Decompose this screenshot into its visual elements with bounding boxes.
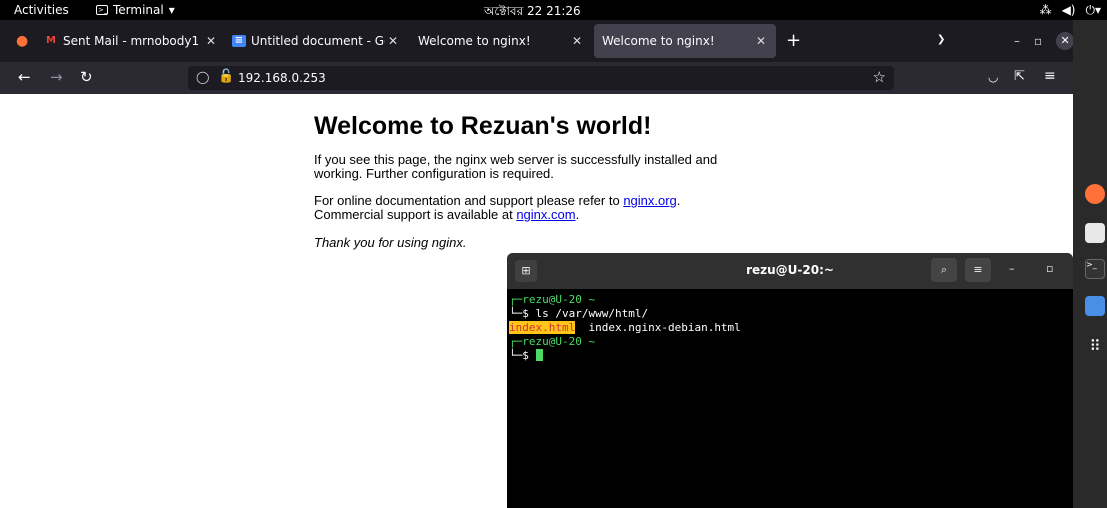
activities-button[interactable]: Activities xyxy=(14,3,69,17)
terminal-window[interactable]: ⊞ rezu@U-20:~ ⌕ ≡ – ▫ ┌─rezu@U-20 ~ └─$ … xyxy=(507,253,1073,508)
tab-sent-mail[interactable]: M Sent Mail - mrnobody199 ✕ xyxy=(44,24,226,58)
firefox-dock-icon[interactable] xyxy=(1085,184,1105,204)
output-line: index.html index.nginx-debian.html xyxy=(509,321,1071,335)
nginx-com-link[interactable]: nginx.com xyxy=(516,207,575,222)
terminal-icon: >_ xyxy=(96,5,108,15)
prompt-user: rezu@U-20 xyxy=(522,335,582,348)
prompt-user: rezu@U-20 xyxy=(522,293,582,306)
terminal-menu-icon[interactable]: ≡ xyxy=(965,258,991,282)
tab-welcome-nginx-active[interactable]: Welcome to nginx! ✕ xyxy=(594,24,776,58)
maximize-button[interactable]: ▫ xyxy=(1034,34,1042,48)
show-apps-icon[interactable]: ⠿ xyxy=(1085,336,1105,356)
reload-button[interactable]: ↻ xyxy=(80,68,93,86)
prompt-dir: ~ xyxy=(588,293,596,306)
tab-untitled-document[interactable]: ≡ Untitled document - Goo ✕ xyxy=(232,24,408,58)
search-icon[interactable]: ⌕ xyxy=(931,258,957,282)
page-heading: Welcome to Rezuan's world! xyxy=(314,112,652,140)
tab-title: Welcome to nginx! xyxy=(602,34,715,48)
close-icon[interactable]: ✕ xyxy=(388,34,398,48)
pocket-icon[interactable]: ◡ xyxy=(988,70,998,84)
prompt-symbol: $ xyxy=(522,349,529,362)
close-icon[interactable]: ✕ xyxy=(206,34,216,48)
power-icon: ⏻▾ xyxy=(1085,3,1101,17)
prompt-symbol: $ xyxy=(522,307,529,320)
period: . xyxy=(575,207,580,222)
list-all-tabs-button[interactable]: ❯ xyxy=(937,34,945,45)
prompt-dir: ~ xyxy=(588,335,596,348)
close-icon[interactable]: ✕ xyxy=(756,34,766,48)
insecure-lock-icon[interactable]: 🔓 xyxy=(218,69,234,84)
files-dock-icon[interactable] xyxy=(1085,223,1105,243)
hamburger-menu-icon[interactable]: ≡ xyxy=(1044,68,1056,84)
minimize-button[interactable]: – xyxy=(1014,34,1020,48)
forward-button[interactable]: → xyxy=(50,68,63,86)
thanks-paragraph: Thank you for using nginx. xyxy=(314,235,467,250)
tab-title: Welcome to nginx! xyxy=(418,34,531,48)
maximize-button[interactable]: ▫ xyxy=(1046,262,1053,275)
output-file: index.nginx-debian.html xyxy=(588,321,741,334)
browser-tab-bar: ● M Sent Mail - mrnobody199 ✕ ≡ Untitled… xyxy=(0,20,1075,62)
volume-icon: ◀) xyxy=(1061,3,1076,17)
commercial-text: Commercial support is available at xyxy=(314,207,517,222)
docs-text: For online documentation and support ple… xyxy=(314,193,624,208)
shield-icon[interactable]: ◯ xyxy=(196,70,209,84)
intro-paragraph: If you see this page, the nginx web serv… xyxy=(314,152,718,181)
url-bar[interactable]: ◯ 🔓 192.168.0.253 ☆ xyxy=(188,66,894,90)
command-text: ls /var/www/html/ xyxy=(535,307,649,320)
minimize-button[interactable]: – xyxy=(1009,262,1015,275)
url-text[interactable]: 192.168.0.253 xyxy=(238,71,326,85)
prompt-line: ┌─rezu@U-20 ~ xyxy=(509,335,596,348)
bookmark-star-icon[interactable]: ☆ xyxy=(873,68,886,86)
gnome-top-bar: Activities >_ Terminal ▾ অক্টোবর 22 21:2… xyxy=(0,0,1107,20)
firefox-view-icon[interactable]: ● xyxy=(16,33,28,49)
close-window-button[interactable]: ✕ xyxy=(1056,32,1075,50)
terminal-output[interactable]: ┌─rezu@U-20 ~ └─$ ls /var/www/html/ inde… xyxy=(507,289,1073,367)
output-file-highlighted: index.html xyxy=(509,321,576,334)
desktop: Activities >_ Terminal ▾ অক্টোবর 22 21:2… xyxy=(0,0,1107,508)
google-docs-icon: ≡ xyxy=(232,35,246,47)
browser-nav-bar: ← → ↻ ◯ 🔓 192.168.0.253 ☆ ◡ ⇱ ≡ xyxy=(0,62,1073,94)
app-menu-label: Terminal xyxy=(113,3,164,17)
nginx-org-link[interactable]: nginx.org xyxy=(623,193,676,208)
docs-paragraph: For online documentation and support ple… xyxy=(314,194,734,222)
tab-welcome-nginx-1[interactable]: Welcome to nginx! ✕ xyxy=(410,24,592,58)
close-icon[interactable]: ✕ xyxy=(572,34,582,48)
text-editor-dock-icon[interactable] xyxy=(1085,296,1105,316)
back-button[interactable]: ← xyxy=(18,68,31,86)
window-controls: – ▫ ✕ xyxy=(1014,32,1075,50)
terminal-cursor xyxy=(535,349,543,361)
app-menu-terminal[interactable]: >_ Terminal ▾ xyxy=(96,3,175,17)
terminal-dock-icon[interactable]: >_ xyxy=(1085,259,1105,279)
tab-title: Sent Mail - mrnobody199 xyxy=(63,34,199,48)
tab-title: Untitled document - Goo xyxy=(251,34,385,48)
system-tray[interactable]: ⁂ ◀) ⏻▾ xyxy=(1040,3,1101,18)
command-line: └─$ ls /var/www/html/ xyxy=(509,307,649,320)
gmail-icon: M xyxy=(46,35,56,46)
chevron-down-icon: ▾ xyxy=(168,3,175,17)
prompt-line: ┌─rezu@U-20 ~ xyxy=(509,293,596,306)
period: . xyxy=(676,193,681,208)
extensions-icon[interactable]: ⇱ xyxy=(1014,69,1025,84)
new-tab-button[interactable]: + xyxy=(786,30,801,51)
network-icon: ⁂ xyxy=(1039,3,1052,17)
command-line: └─$ xyxy=(509,349,1071,363)
terminal-header-bar: ⊞ rezu@U-20:~ ⌕ ≡ – ▫ xyxy=(507,253,1073,289)
